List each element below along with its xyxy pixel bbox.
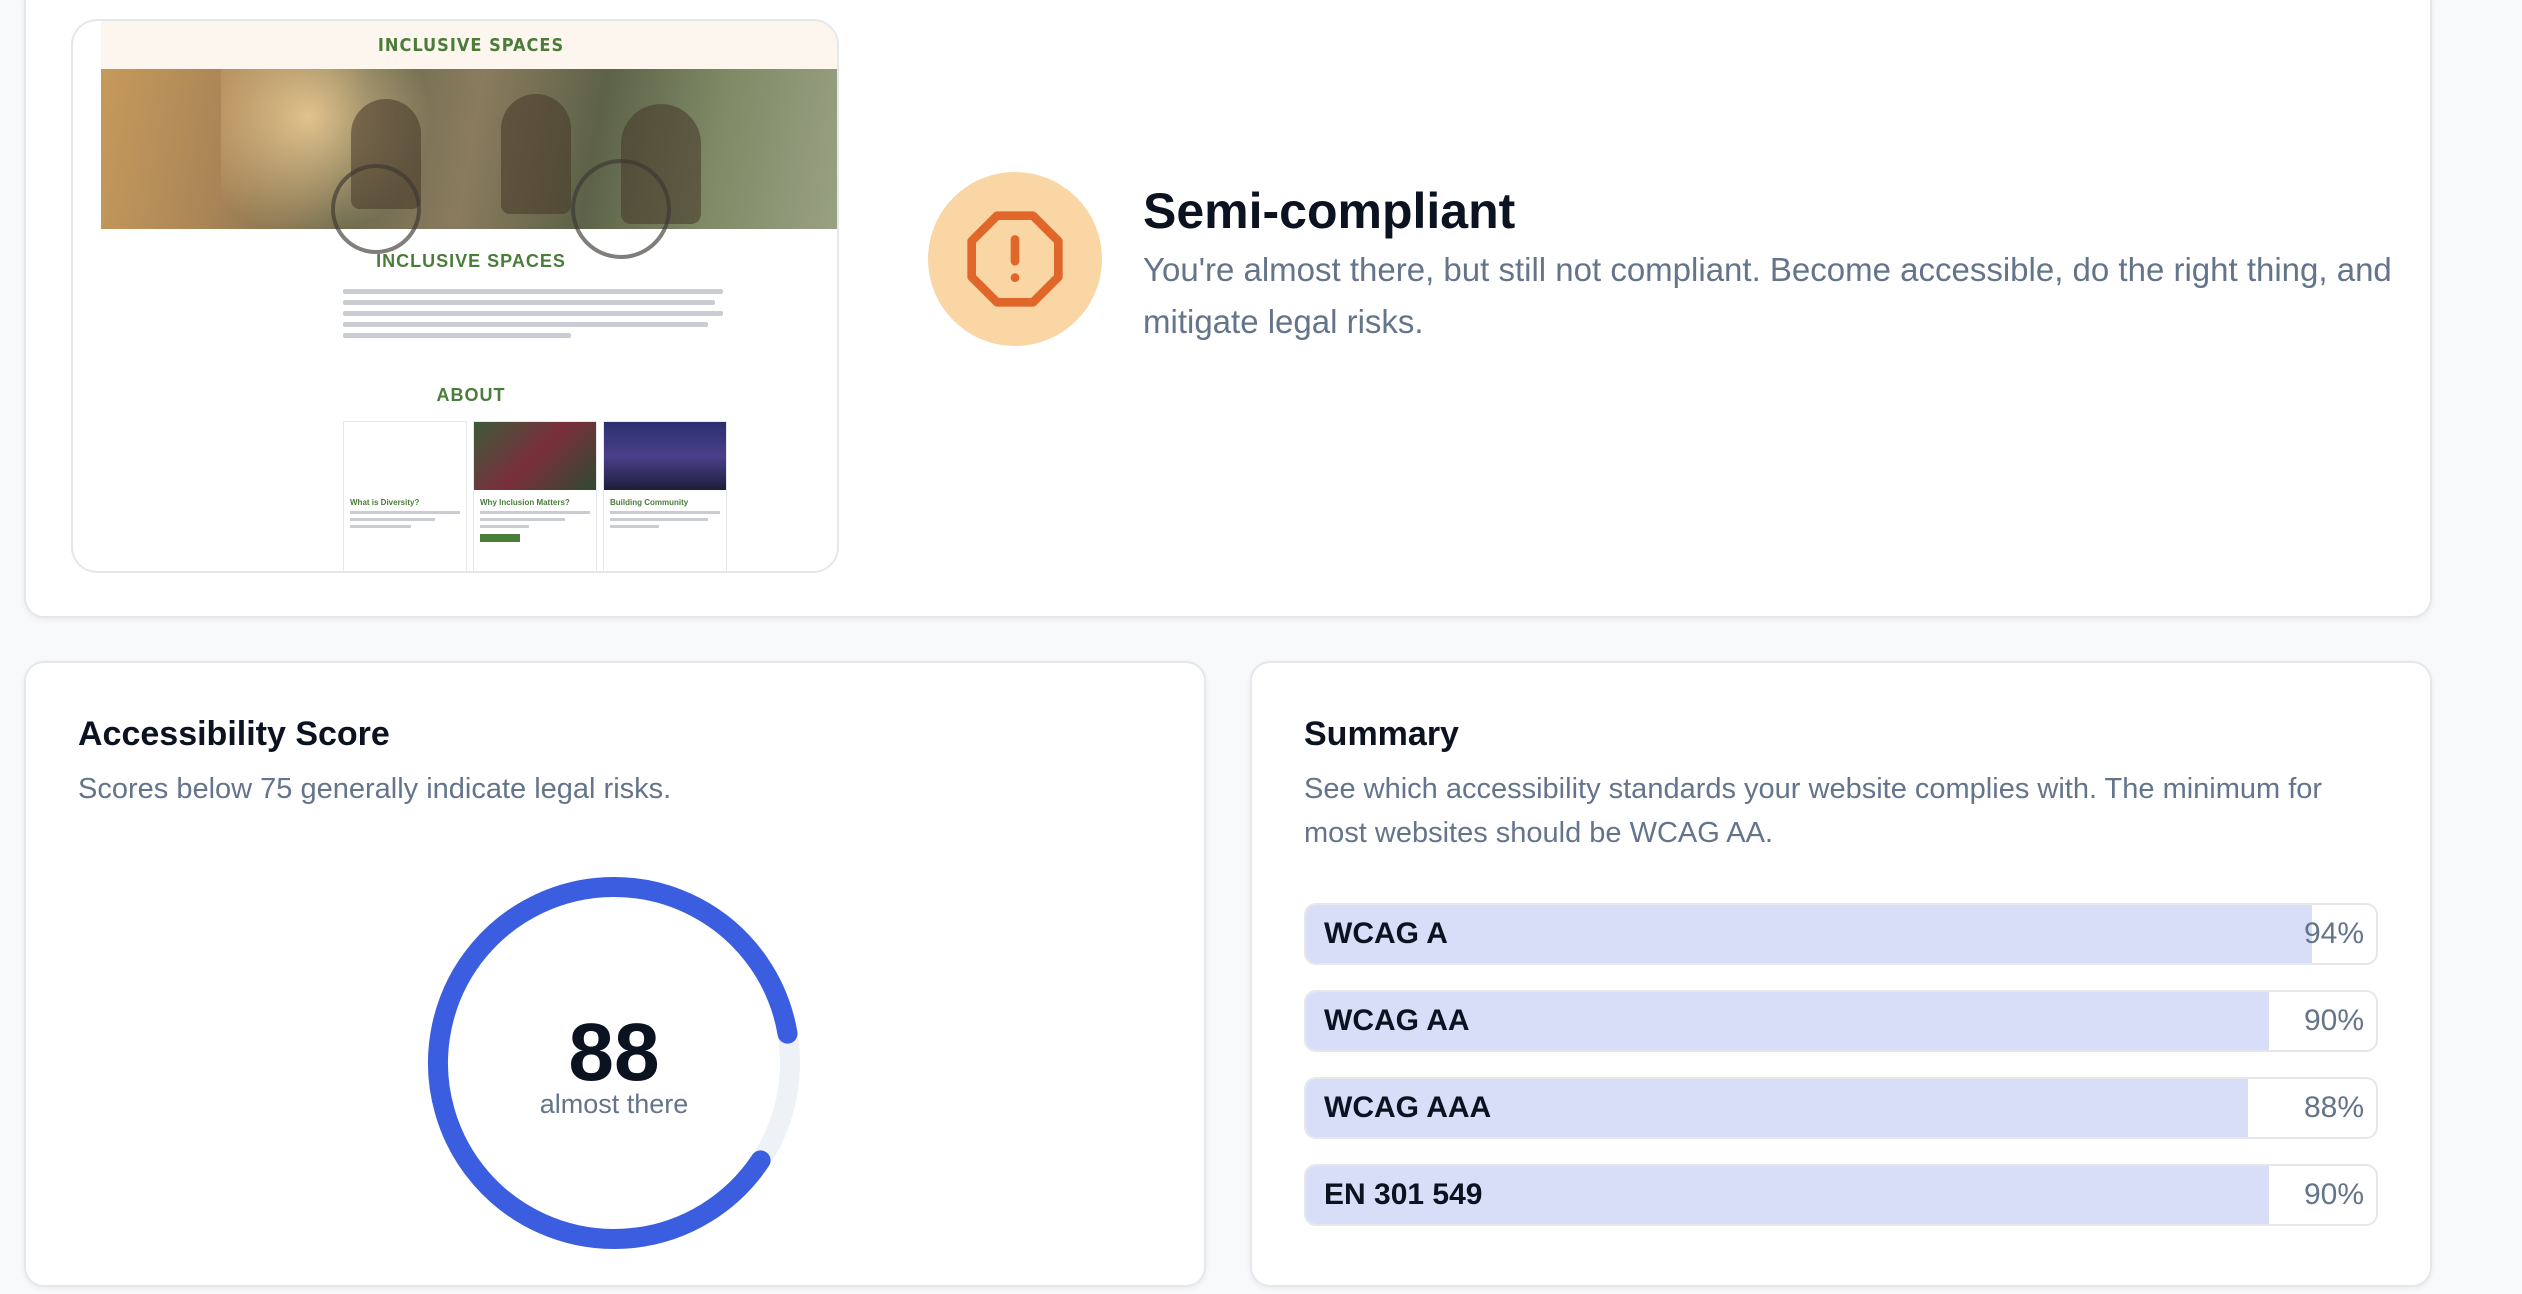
standard-name: WCAG AAA xyxy=(1324,1091,1492,1124)
preview-hero-image xyxy=(101,69,837,259)
status-description: You're almost there, but still not compl… xyxy=(1143,251,2392,340)
status-icon-badge xyxy=(928,172,1102,346)
preview-body-text xyxy=(343,289,723,344)
score-label: almost there xyxy=(539,1089,689,1119)
preview-section-title: INCLUSIVE SPACES xyxy=(376,251,566,271)
standard-bar-wcag-aaa: WCAG AAA 88% xyxy=(1304,1077,2378,1139)
accessibility-score-card: Accessibility Score Scores below 75 gene… xyxy=(24,661,1206,1287)
status-title: Semi-compliant xyxy=(1143,183,1516,239)
summary-card-title: Summary xyxy=(1304,715,1459,753)
preview-about-title: ABOUT xyxy=(436,385,506,405)
preview-column-heading: Why Inclusion Matters? xyxy=(480,498,570,507)
standard-name: WCAG AA xyxy=(1324,1004,1470,1037)
preview-column: Why Inclusion Matters? xyxy=(473,421,597,571)
summary-card-subtitle: See which accessibility standards your w… xyxy=(1304,773,2323,849)
compliance-status-card: INCLUSIVE SPACES INCLUSIVE SPACES ABOUT … xyxy=(24,0,2432,618)
website-preview-thumbnail: INCLUSIVE SPACES INCLUSIVE SPACES ABOUT … xyxy=(71,19,839,573)
standard-percentage: 90% xyxy=(2303,1178,2364,1211)
standard-percentage: 94% xyxy=(2303,917,2364,950)
alert-octagon-icon xyxy=(967,211,1063,307)
preview-site-header: INCLUSIVE SPACES xyxy=(101,21,837,69)
standard-bar-fill xyxy=(1306,905,2312,963)
preview-column-heading: What is Diversity? xyxy=(350,498,420,507)
preview-column-heading: Building Community xyxy=(610,498,689,507)
score-value: 88 xyxy=(568,1007,660,1098)
standard-bar-en-301-549: EN 301 549 90% xyxy=(1304,1164,2378,1226)
preview-column: What is Diversity? xyxy=(343,421,467,571)
score-card-title: Accessibility Score xyxy=(78,715,390,753)
score-card-subtitle: Scores below 75 generally indicate legal… xyxy=(78,773,672,805)
preview-column: Building Community xyxy=(603,421,727,571)
standard-bar-wcag-a: WCAG A 94% xyxy=(1304,903,2378,965)
standard-bar-wcag-aa: WCAG AA 90% xyxy=(1304,990,2378,1052)
standard-percentage: 88% xyxy=(2303,1091,2364,1124)
standard-name: WCAG A xyxy=(1324,917,1448,950)
standard-name: EN 301 549 xyxy=(1324,1178,1483,1211)
standard-percentage: 90% xyxy=(2303,1004,2364,1037)
summary-card: Summary See which accessibility standard… xyxy=(1250,661,2432,1287)
